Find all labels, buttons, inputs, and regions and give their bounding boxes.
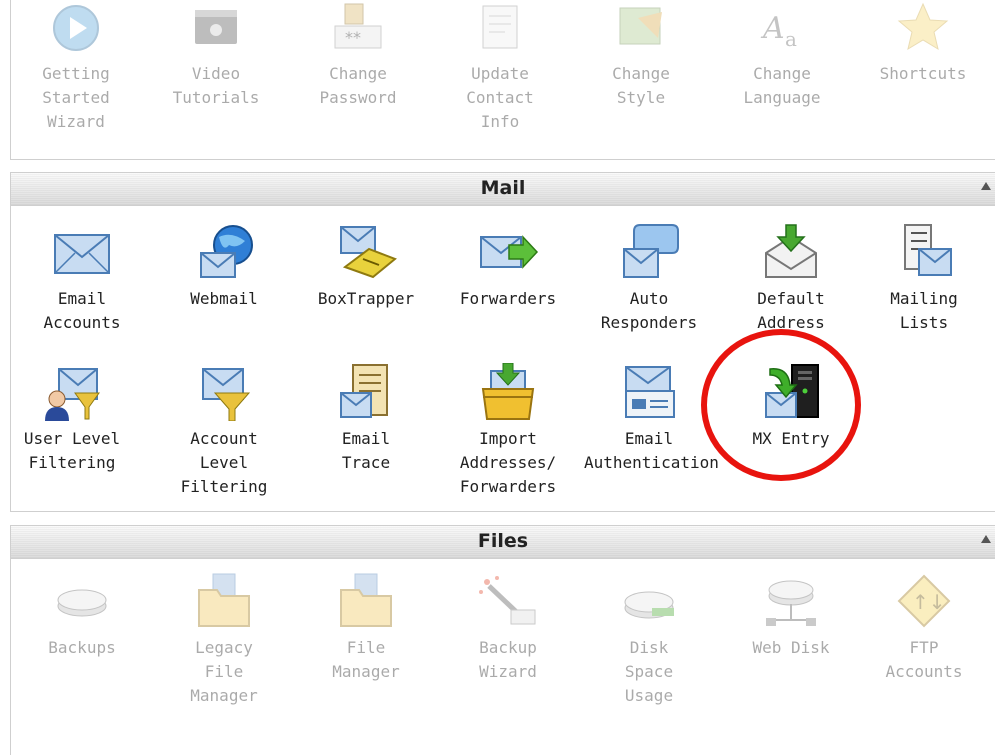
files-panel-header[interactable]: Files xyxy=(11,526,995,559)
funnel-mail-icon xyxy=(202,368,251,421)
file-manager-item[interactable]: File Manager xyxy=(301,572,431,684)
ftp-icon: ↑↓ xyxy=(897,574,951,628)
collapse-arrow-icon[interactable] xyxy=(981,535,991,543)
legacy-file-manager-item[interactable]: Legacy File Manager xyxy=(159,572,289,708)
folder-icon xyxy=(340,573,392,627)
email-trace-item[interactable]: Email Trace xyxy=(301,363,431,475)
default-address-item[interactable]: Default Address xyxy=(726,223,856,335)
webmail-item[interactable]: Webmail xyxy=(159,223,289,311)
email-authentication-item[interactable]: Email Authentication xyxy=(584,363,719,475)
envelope-icon xyxy=(54,234,110,274)
backups-item[interactable]: Backups xyxy=(17,572,147,660)
change-password-item[interactable]: ** Change Password xyxy=(293,0,423,110)
top-panel: Getting Started Wizard Video Tutorials *… xyxy=(10,0,995,160)
disk-icon xyxy=(57,589,107,617)
user-filter-icon xyxy=(45,368,100,421)
getting-started-wizard-item[interactable]: Getting Started Wizard xyxy=(11,0,141,134)
email-accounts-item[interactable]: Email Accounts xyxy=(17,223,147,335)
mx-server-icon xyxy=(765,364,819,418)
trap-mail-icon xyxy=(340,226,397,279)
mail-panel: Mail Email Accounts Webmail BoxTrapper F… xyxy=(10,172,995,512)
film-icon xyxy=(195,10,237,44)
boxtrapper-item[interactable]: BoxTrapper xyxy=(301,223,431,311)
shortcuts-item[interactable]: Shortcuts xyxy=(858,0,988,86)
change-style-item[interactable]: Change Style xyxy=(576,0,706,110)
disk-usage-icon xyxy=(624,591,674,619)
wand-icon xyxy=(479,576,536,625)
auth-card-icon xyxy=(625,366,675,418)
svg-text:A: A xyxy=(760,11,785,46)
account-level-filtering-item[interactable]: Account Level Filtering xyxy=(159,363,289,499)
video-tutorials-item[interactable]: Video Tutorials xyxy=(151,0,281,110)
svg-text:↑↓: ↑↓ xyxy=(912,590,946,614)
mail-panel-title: Mail xyxy=(480,177,526,199)
import-box-icon xyxy=(481,363,535,420)
list-mail-icon xyxy=(904,224,952,276)
document-mail-icon xyxy=(340,364,388,418)
forward-mail-icon xyxy=(480,235,539,269)
svg-text:a: a xyxy=(785,27,797,51)
download-mail-icon xyxy=(765,224,817,278)
globe-mail-icon xyxy=(200,225,253,278)
folder-icon xyxy=(198,573,250,627)
update-contact-info-item[interactable]: Update Contact Info xyxy=(435,0,565,134)
style-icon xyxy=(619,7,662,45)
speech-mail-icon xyxy=(623,224,679,278)
ftp-accounts-item[interactable]: ↑↓ FTP Accounts xyxy=(859,572,989,684)
svg-text:**: ** xyxy=(345,28,361,47)
files-panel-title: Files xyxy=(477,530,529,552)
forwarders-item[interactable]: Forwarders xyxy=(443,223,573,311)
password-icon: ** xyxy=(334,3,382,49)
files-panel: Files Backups Legacy File Manager File M… xyxy=(10,525,995,755)
backup-wizard-item[interactable]: Backup Wizard xyxy=(443,572,573,684)
import-addresses-forwarders-item[interactable]: Import Addresses/ Forwarders xyxy=(443,363,573,499)
auto-responders-item[interactable]: Auto Responders xyxy=(584,223,714,335)
collapse-arrow-icon[interactable] xyxy=(981,182,991,190)
star-icon xyxy=(897,2,949,51)
change-language-item[interactable]: A a Change Language xyxy=(717,0,847,110)
web-disk-item[interactable]: Web Disk xyxy=(726,572,856,660)
mailing-lists-item[interactable]: Mailing Lists xyxy=(859,223,989,335)
mx-entry-item[interactable]: MX Entry xyxy=(726,363,856,451)
language-icon: A a xyxy=(760,11,797,51)
disk-space-usage-item[interactable]: Disk Space Usage xyxy=(584,572,714,708)
user-level-filtering-item[interactable]: User Level Filtering xyxy=(7,363,137,475)
mail-panel-header[interactable]: Mail xyxy=(11,173,995,206)
network-disk-icon xyxy=(766,580,816,626)
play-icon xyxy=(53,5,99,51)
contact-icon xyxy=(482,5,518,49)
